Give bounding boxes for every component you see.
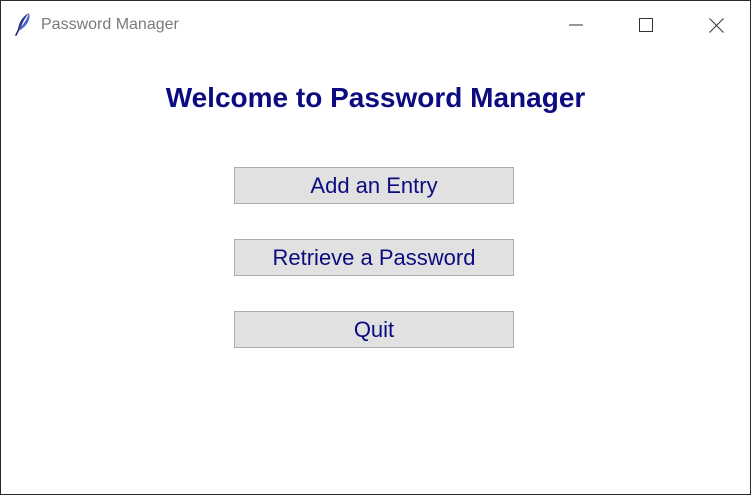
welcome-heading: Welcome to Password Manager [165,82,586,113]
title-bar[interactable]: Password Manager [1,1,750,49]
quit-button[interactable]: Quit [234,311,514,348]
minimize-button[interactable] [541,1,611,49]
feather-icon [14,12,34,36]
close-button[interactable] [681,1,750,49]
window-title: Password Manager [41,16,179,33]
close-icon [708,17,724,33]
app-window: Password Manager Welcome to Password Man… [0,0,751,495]
maximize-icon [639,18,653,32]
minimize-icon [569,18,583,32]
maximize-button[interactable] [611,1,681,49]
add-entry-button[interactable]: Add an Entry [234,167,514,204]
retrieve-password-button[interactable]: Retrieve a Password [234,239,514,276]
